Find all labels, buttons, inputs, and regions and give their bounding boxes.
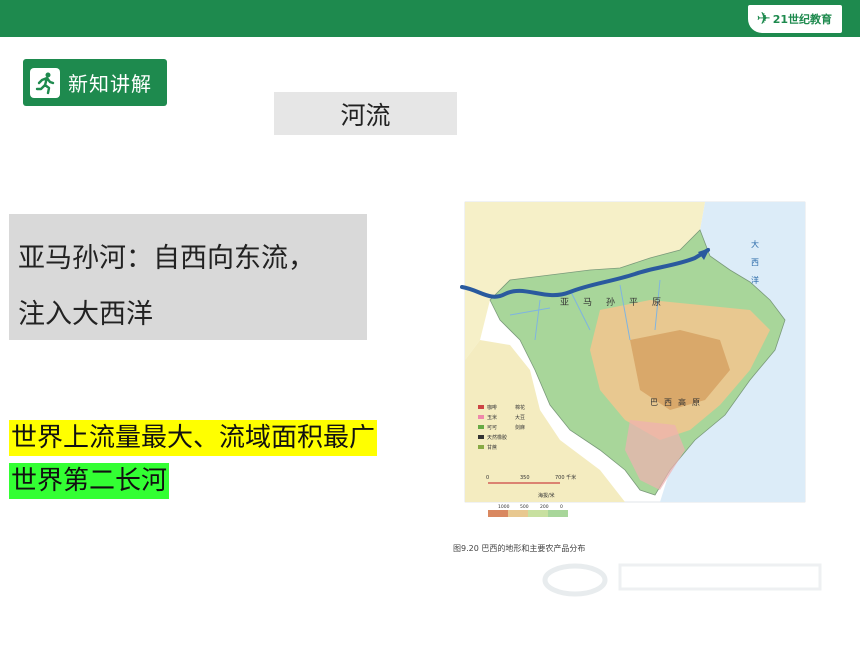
description-line-2: 注入大西洋 [18,299,153,330]
elevation-500: 500 [520,504,529,510]
scale-label-700: 700 千米 [555,474,576,481]
brazil-map: 亚马孙平原 巴西高原 大西洋 咖啡 玉米 可可 天然橡胶 甘蔗 棉花 大豆 剑麻… [450,190,815,525]
highlight-second-longest: 世界第二长河 [9,463,170,499]
title-box: 河流 [274,92,457,135]
elevation-title: 海拔/米 [538,492,555,499]
watermark-logo [542,563,822,597]
page-title: 河流 [340,100,391,130]
legend-item-2: 玉米 [487,414,497,421]
legend-item-3: 可可 [487,425,497,431]
elevation-200: 200 [540,504,549,510]
legend-item-6: 棉花 [515,404,525,411]
map-plain-label: 亚马孙平原 [560,296,675,308]
map-ocean-label: 大西洋 [751,239,760,294]
runner-icon [30,67,60,98]
elevation-1000: 1000 [498,504,510,510]
section-tag: 新知讲解 [23,59,167,106]
description-box: 亚马孙河：自西向东流， 注入大西洋 [9,214,367,340]
scale-label-0: 0 [486,475,489,481]
legend-item-8: 剑麻 [515,424,525,431]
legend-item-5: 甘蔗 [487,444,497,451]
brand-logo: ✈ 21世纪教育 [748,5,842,33]
map-plateau-label: 巴西高原 [650,397,706,407]
description-line-1: 亚马孙河：自西向东流， [18,243,315,274]
legend-item-7: 大豆 [515,414,525,421]
legend-item-4: 天然橡胶 [487,434,507,441]
elevation-0: 0 [560,504,563,510]
runner-logo-icon: ✈ [756,9,771,29]
highlight-flow-area: 世界上流量最大、流域面积最广 [9,420,378,456]
top-banner: ✈ 21世纪教育 [0,0,860,37]
brand-logo-text: 21世纪教育 [772,13,832,26]
section-tag-label: 新知讲解 [68,72,152,96]
map-caption: 图9.20 巴西的地形和主要农产品分布 [453,544,586,553]
scale-label-350: 350 [520,475,530,481]
legend-item-1: 咖啡 [487,404,497,411]
